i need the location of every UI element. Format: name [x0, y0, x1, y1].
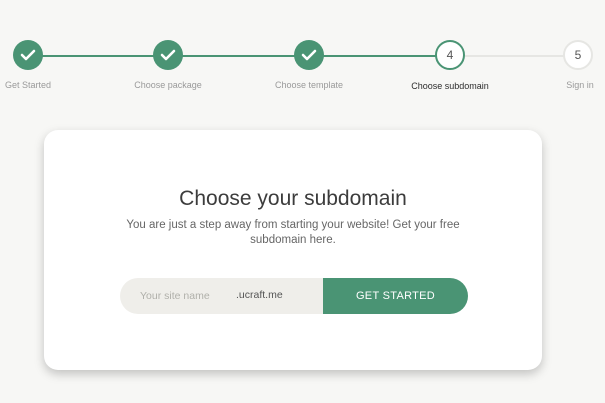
step-choose-subdomain: 4	[435, 40, 465, 70]
step-number: 5	[574, 48, 582, 62]
site-name-input[interactable]	[120, 278, 332, 314]
subdomain-form: .ucraft.me GET STARTED	[120, 278, 468, 314]
get-started-button[interactable]: GET STARTED	[323, 278, 468, 314]
step-label-get-started: Get Started	[4, 80, 52, 90]
check-icon	[160, 49, 176, 61]
step-label-choose-package: Choose package	[134, 80, 202, 90]
step-choose-template[interactable]	[294, 40, 324, 70]
step-sign-in: 5	[563, 40, 593, 70]
step-get-started[interactable]	[13, 40, 43, 70]
card-title: Choose your subdomain	[179, 187, 407, 210]
check-icon	[301, 49, 317, 61]
step-number: 4	[446, 48, 454, 62]
progress-stepper: 4 5 Get Started Choose package Choose te…	[0, 0, 605, 110]
domain-suffix: .ucraft.me	[236, 289, 283, 301]
card-description: You are just a step away from starting y…	[126, 219, 460, 246]
subdomain-card: Choose your subdomain You are just a ste…	[44, 130, 542, 370]
stepper-track-completed	[28, 55, 450, 57]
step-label-choose-subdomain: Choose subdomain	[411, 81, 489, 91]
stepper-track-remaining	[450, 55, 578, 57]
step-choose-package[interactable]	[153, 40, 183, 70]
check-icon	[20, 49, 36, 61]
step-label-sign-in: Sign in	[566, 80, 594, 90]
step-label-choose-template: Choose template	[274, 80, 344, 90]
